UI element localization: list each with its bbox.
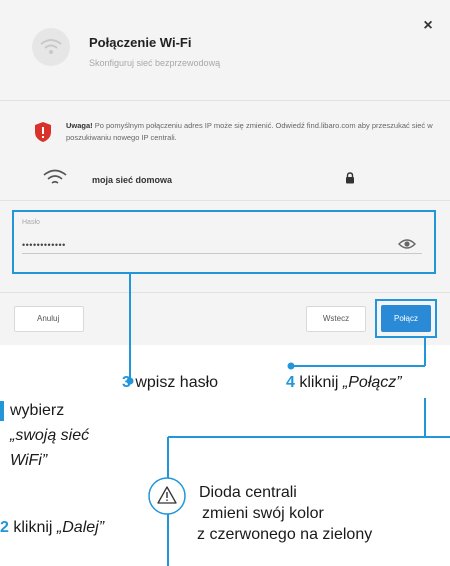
- step1-marker: [0, 401, 4, 421]
- step4-italic: „Połącz”: [342, 374, 402, 391]
- step4-number: 4: [286, 374, 295, 391]
- step1-italic-2: „swoją sieć: [10, 427, 90, 444]
- step2-number: 2: [0, 519, 9, 536]
- note-line3: z czerwonego na zielony: [197, 526, 373, 543]
- warning-triangle-icon: [148, 477, 186, 515]
- step3-text: wpisz hasło: [130, 374, 219, 391]
- step2-text: kliknij: [8, 519, 57, 536]
- step3-annotation: 3 wpisz hasło: [122, 374, 218, 392]
- step4-text: kliknij: [294, 374, 343, 391]
- step1-italic-3: WiFi”: [10, 452, 48, 469]
- step1-line1: wybierz: [10, 402, 65, 419]
- step2-annotation: 2 kliknij „Dalej”: [0, 519, 104, 537]
- step1-line2: „swoją sieć: [10, 427, 89, 445]
- step1-line3: WiFi”: [10, 452, 47, 470]
- note-line2: zmieni swój kolor: [202, 505, 324, 522]
- step3-number: 3: [122, 374, 131, 391]
- note-line1: Dioda centrali: [199, 484, 297, 501]
- step4-annotation: 4 kliknij „Połącz”: [286, 374, 402, 392]
- led-note: Dioda centrali zmieni swój kolor z czerw…: [197, 482, 373, 545]
- step2-italic: „Dalej”: [56, 519, 105, 536]
